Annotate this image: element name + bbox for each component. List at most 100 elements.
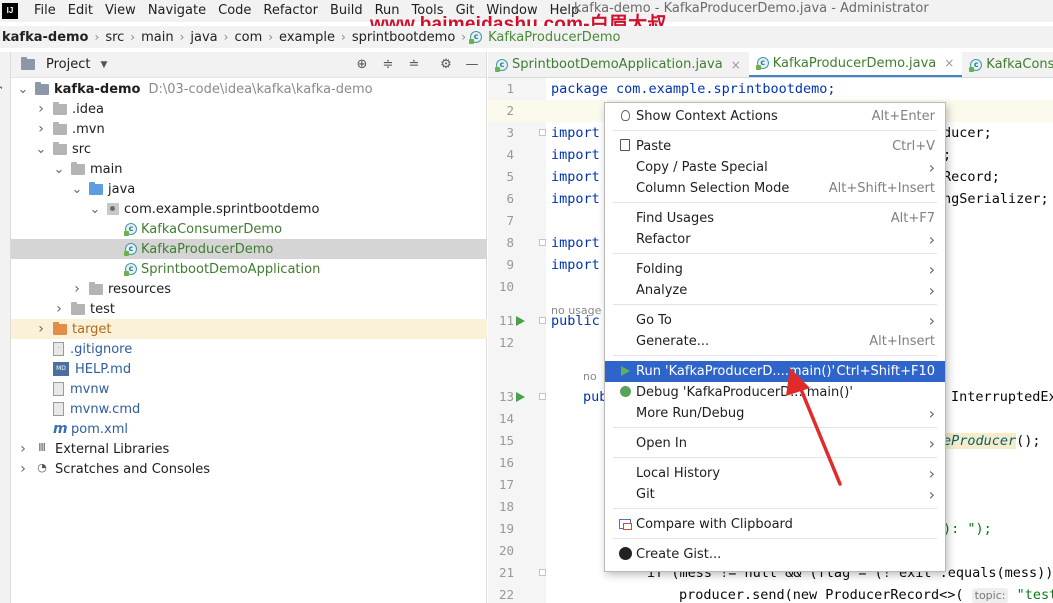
tree-item[interactable]: › resources [11, 279, 487, 299]
breadcrumb-item[interactable]: com [232, 30, 264, 45]
chevron-down-icon[interactable]: ⌄ [53, 162, 65, 177]
tree-item-label: SprintbootDemoApplication [141, 261, 321, 277]
markdown-file-icon: MD [53, 362, 69, 376]
code-text: package com.example.sprintbootdemo; [488, 78, 1053, 100]
menu-item-git[interactable]: Git › [605, 484, 945, 505]
chevron-right-icon[interactable]: › [71, 281, 83, 297]
tree-item[interactable]: c KafkaProducerDemo [11, 239, 487, 259]
menu-item-more-run-debug[interactable]: More Run/Debug › [605, 403, 945, 424]
line-number: 2 [506, 103, 514, 118]
menu-view[interactable]: View [99, 0, 142, 22]
chevron-right-icon[interactable]: › [17, 461, 29, 477]
breadcrumb-item[interactable]: src [103, 30, 126, 45]
menu-item-column-selection-mode[interactable]: Column Selection Mode Alt+Shift+Insert [605, 178, 945, 199]
menu-item-go-to[interactable]: Go To › [605, 310, 945, 331]
tree-item[interactable]: m pom.xml [11, 419, 487, 439]
tree-item[interactable]: › ◔ Scratches and Consoles [11, 459, 487, 479]
hide-panel-icon[interactable]: — [463, 56, 481, 74]
menu-edit[interactable]: Edit [62, 0, 99, 22]
menu-separator [613, 253, 937, 254]
breadcrumb-item[interactable]: example [277, 30, 337, 45]
menu-item-copy-paste-special[interactable]: Copy / Paste Special › [605, 157, 945, 178]
editor-context-menu: Show Context Actions Alt+Enter Paste Ctrl+V… [604, 102, 946, 572]
menu-item-refactor[interactable]: Refactor › [605, 229, 945, 250]
class-icon: c [755, 57, 769, 70]
tree-item[interactable]: MD HELP.md [11, 359, 487, 379]
chevron-right-icon: › [268, 30, 274, 44]
menu-item-create-gist[interactable]: Create Gist... [605, 544, 945, 565]
editor-tab-label: KafkaConsumerDe [986, 57, 1053, 72]
editor-tab-active[interactable]: c KafkaProducerDemo.java × [748, 52, 963, 77]
intellij-logo-icon[interactable]: IJ [2, 3, 18, 19]
menu-item-paste[interactable]: Paste Ctrl+V [605, 136, 945, 157]
tree-item[interactable]: · .gitignore [11, 339, 487, 359]
menu-item-show-context-actions[interactable]: Show Context Actions Alt+Enter [605, 106, 945, 127]
menu-navigate[interactable]: Navigate [142, 0, 212, 22]
close-icon[interactable]: × [944, 56, 954, 70]
tree-item[interactable]: mvnw [11, 379, 487, 399]
locate-icon[interactable]: ⊕ [353, 56, 371, 74]
chevron-right-icon[interactable]: › [17, 441, 29, 457]
menu-build[interactable]: Build [324, 0, 369, 22]
tree-item[interactable]: ⌄ com.example.sprintbootdemo [11, 199, 487, 219]
menu-item-label: Copy / Paste Special [636, 160, 768, 175]
menu-item-local-history[interactable]: Local History › [605, 463, 945, 484]
breadcrumb-item-current[interactable]: KafkaProducerDemo [486, 30, 622, 45]
editor-tab[interactable]: c SprintbootDemoApplication.java × [488, 52, 749, 77]
usages-hint[interactable]: no usage [551, 304, 601, 317]
code-content: import [551, 232, 600, 254]
tree-item[interactable]: › .mvn [11, 119, 487, 139]
expand-all-icon[interactable]: ≑ [379, 56, 397, 74]
tree-item[interactable]: › test [11, 299, 487, 319]
tree-item[interactable]: ⌄ src [11, 139, 487, 159]
menu-file[interactable]: File [28, 0, 62, 22]
breadcrumb-item[interactable]: main [139, 30, 175, 45]
tree-item[interactable]: › .idea [11, 99, 487, 119]
chevron-right-icon[interactable]: › [35, 321, 47, 337]
menu-item-debug[interactable]: Debug 'KafkaProducerD....main()' [605, 382, 945, 403]
chevron-down-icon[interactable]: ⌄ [35, 142, 47, 157]
folder-icon [71, 301, 85, 315]
line-number: 14 [498, 411, 514, 426]
chevron-right-icon[interactable]: › [35, 121, 47, 137]
tree-item[interactable]: c SprintbootDemoApplication [11, 259, 487, 279]
editor-tab[interactable]: c KafkaConsumerDe [962, 52, 1053, 77]
tree-item[interactable]: › target [11, 319, 487, 339]
chevron-down-icon[interactable]: ⌄ [89, 202, 101, 217]
tree-item[interactable]: ⌄ main [11, 159, 487, 179]
breadcrumb-item[interactable]: sprintbootdemo [350, 30, 457, 45]
usages-hint[interactable]: no [583, 370, 597, 383]
chevron-right-icon[interactable]: › [53, 301, 65, 317]
project-panel-title[interactable]: Project [46, 57, 90, 72]
chevron-right-icon[interactable]: › [35, 101, 47, 117]
chevron-right-icon: › [928, 281, 935, 300]
tree-item[interactable]: mvnw.cmd [11, 399, 487, 419]
menu-item-open-in[interactable]: Open In › [605, 433, 945, 454]
menu-item-run[interactable]: Run 'KafkaProducerD....main()' Ctrl+Shift… [605, 361, 945, 382]
chevron-down-icon[interactable]: ⌄ [17, 82, 29, 97]
tree-item[interactable]: › Ⅲ External Libraries [11, 439, 487, 459]
menu-item-generate[interactable]: Generate... Alt+Insert [605, 331, 945, 352]
chevron-down-icon[interactable]: ▼ [100, 60, 107, 70]
menu-code[interactable]: Code [212, 0, 257, 22]
breadcrumb-item[interactable]: kafka-demo [0, 30, 91, 45]
tree-item[interactable]: ⌄ kafka-demo D:\03-code\idea\kafka\kafka-d… [11, 79, 487, 99]
code-content: Record; [943, 166, 1000, 188]
gear-icon[interactable]: ⚙ [437, 56, 455, 74]
menu-item-shortcut: Alt+F7 [890, 211, 935, 226]
menu-item-folding[interactable]: Folding › [605, 259, 945, 280]
tree-item[interactable]: ⌄ java [11, 179, 487, 199]
close-icon[interactable]: × [731, 58, 741, 72]
breadcrumb-item[interactable]: java [188, 30, 219, 45]
tree-item-label: test [90, 301, 115, 317]
collapse-all-icon[interactable]: ≐ [405, 56, 423, 74]
editor-tab-label: SprintbootDemoApplication.java [512, 57, 723, 72]
code-token: ducer; [943, 125, 992, 141]
chevron-down-icon[interactable]: ⌄ [71, 182, 83, 197]
code-content: eProducer(); [943, 430, 1041, 452]
menu-item-compare-clipboard[interactable]: Compare with Clipboard [605, 514, 945, 535]
tree-item[interactable]: c KafkaConsumerDemo [11, 219, 487, 239]
menu-item-analyze[interactable]: Analyze › [605, 280, 945, 301]
menu-refactor[interactable]: Refactor [257, 0, 324, 22]
menu-item-find-usages[interactable]: Find Usages Alt+F7 [605, 208, 945, 229]
